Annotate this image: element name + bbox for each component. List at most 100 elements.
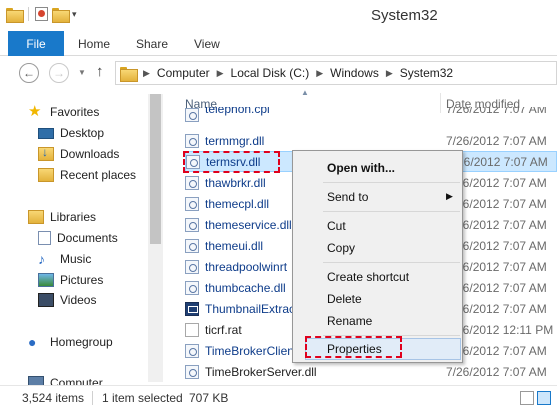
music-note-icon: ♪ (38, 251, 45, 267)
dll-file-icon (185, 364, 199, 379)
dll-file-icon (185, 107, 199, 122)
large-icons-view-icon[interactable] (537, 391, 551, 405)
dll-file-icon (185, 133, 199, 148)
list-item[interactable]: TimeBrokerServer.dll 7/26/2012 7:07 AM (185, 361, 557, 382)
nav-scrollbar-thumb[interactable] (150, 94, 161, 244)
address-row: ← → ▼ ↑ ▶ Computer ▶ Local Disk (C:) ▶ W… (0, 57, 557, 89)
videos-icon (38, 293, 54, 307)
tab-share[interactable]: Share (136, 37, 168, 51)
star-icon: ★ (28, 103, 42, 120)
list-item[interactable]: termmgr.dll 7/26/2012 7:07 AM (185, 130, 557, 151)
list-item[interactable]: telephon.cpl 7/26/2012 7:07 AM (185, 107, 557, 122)
application-icon (185, 301, 199, 316)
customize-qat-chevron-icon[interactable]: ▾ (72, 9, 77, 20)
status-size: 707 KB (189, 391, 229, 405)
nav-item-music[interactable]: ♪ Music (38, 252, 91, 266)
nav-item-documents[interactable]: Documents (38, 231, 118, 245)
nav-label: Pictures (60, 273, 104, 287)
file-icon (185, 322, 199, 337)
crumb-separator-icon[interactable]: ▶ (316, 68, 323, 79)
dll-file-icon (185, 175, 199, 190)
forward-button[interactable]: → (49, 63, 69, 83)
menu-item-create-shortcut[interactable]: Create shortcut (327, 270, 409, 284)
ribbon: File Home Share View (0, 31, 557, 56)
tab-file[interactable]: File (8, 31, 64, 56)
file-name: TimeBrokerServer.dll (205, 364, 317, 379)
nav-label: Recent places (60, 168, 137, 182)
up-arrow-icon[interactable]: ↑ (96, 63, 104, 80)
file-date: 7/26/2012 7:07 AM (446, 364, 547, 379)
quick-access-toolbar: ▾ (6, 7, 77, 23)
nav-label: Music (60, 252, 92, 266)
dll-file-icon (185, 259, 199, 274)
nav-item-computer[interactable]: Computer (28, 376, 103, 385)
dll-file-icon (185, 196, 199, 211)
menu-item-send-to[interactable]: Send to (327, 190, 368, 204)
breadcrumb-windows[interactable]: Windows (330, 66, 379, 80)
breadcrumb-computer[interactable]: Computer (157, 66, 210, 80)
details-view-icon[interactable] (520, 391, 534, 405)
context-menu: Open with... Send to ▶ Cut Copy Create s… (292, 150, 463, 363)
nav-item-homegroup[interactable]: ● Homegroup (28, 335, 113, 349)
crumb-separator-icon[interactable]: ▶ (386, 68, 393, 79)
nav-label: Libraries (50, 210, 97, 224)
folder-icon (6, 7, 24, 23)
nav-label: Computer (50, 376, 103, 385)
file-date: 7/26/2012 7:07 AM (446, 107, 547, 116)
properties-qat-icon[interactable] (35, 7, 48, 21)
back-button[interactable]: ← (19, 63, 39, 83)
nav-item-pictures[interactable]: Pictures (38, 273, 103, 287)
dll-file-icon (185, 280, 199, 295)
dll-file-icon (185, 217, 199, 232)
menu-item-copy[interactable]: Copy (327, 241, 355, 255)
address-bar[interactable]: ▶ Computer ▶ Local Disk (C:) ▶ Windows ▶… (115, 61, 557, 85)
menu-divider (323, 262, 460, 263)
title-bar: ▾ System32 (0, 0, 557, 31)
nav-item-downloads[interactable]: Downloads (38, 145, 120, 161)
menu-item-delete[interactable]: Delete (327, 292, 362, 306)
documents-icon (38, 231, 51, 245)
back-arrow-icon: ← (23, 66, 35, 80)
status-selection: 1 item selected (102, 391, 183, 405)
breadcrumb-local-disk[interactable]: Local Disk (C:) (231, 66, 310, 80)
nav-label: Desktop (60, 126, 105, 140)
crumb-separator-icon[interactable]: ▶ (217, 68, 224, 79)
status-bar: 3,524 items 1 item selected 707 KB (0, 385, 557, 410)
nav-item-recent-places[interactable]: Recent places (38, 168, 136, 182)
downloads-icon (38, 145, 54, 161)
nav-label: Downloads (60, 147, 120, 161)
nav-label: Videos (60, 293, 97, 307)
recent-places-icon (38, 168, 54, 182)
pictures-icon (38, 273, 54, 287)
tab-view[interactable]: View (194, 37, 220, 51)
window-title: System32 (371, 7, 438, 24)
nav-item-videos[interactable]: Videos (38, 293, 96, 307)
nav-item-favorites[interactable]: ★ Favorites (28, 103, 100, 120)
file-date: 7/26/2012 7:07 AM (446, 133, 547, 148)
address-folder-icon (120, 66, 138, 82)
recent-locations-chevron-icon[interactable]: ▼ (78, 68, 86, 77)
nav-item-libraries[interactable]: Libraries (28, 210, 96, 224)
navigation-pane: ★ Favorites Desktop Downloads Recent pla… (0, 89, 148, 385)
computer-icon (28, 376, 44, 385)
nav-label: Favorites (50, 105, 100, 119)
tab-home[interactable]: Home (78, 37, 110, 51)
sort-up-icon: ▲ (301, 88, 309, 97)
qat-divider (28, 7, 29, 21)
menu-item-cut[interactable]: Cut (327, 219, 346, 233)
breadcrumb-system32[interactable]: System32 (400, 66, 453, 80)
crumb-separator-icon[interactable]: ▶ (143, 68, 150, 79)
homegroup-icon: ● (28, 334, 37, 350)
dll-file-icon (185, 343, 199, 358)
nav-item-desktop[interactable]: Desktop (38, 126, 104, 140)
nav-label: Homegroup (50, 335, 113, 349)
highlight-properties (305, 336, 402, 358)
menu-item-rename[interactable]: Rename (327, 314, 372, 328)
desktop-icon (38, 127, 54, 139)
menu-item-open-with[interactable]: Open with... (327, 161, 395, 175)
submenu-arrow-icon: ▶ (446, 191, 453, 201)
file-name: termmgr.dll (205, 133, 265, 148)
dll-file-icon (185, 238, 199, 253)
nav-scrollbar[interactable] (148, 94, 163, 382)
new-folder-icon[interactable] (52, 7, 70, 23)
